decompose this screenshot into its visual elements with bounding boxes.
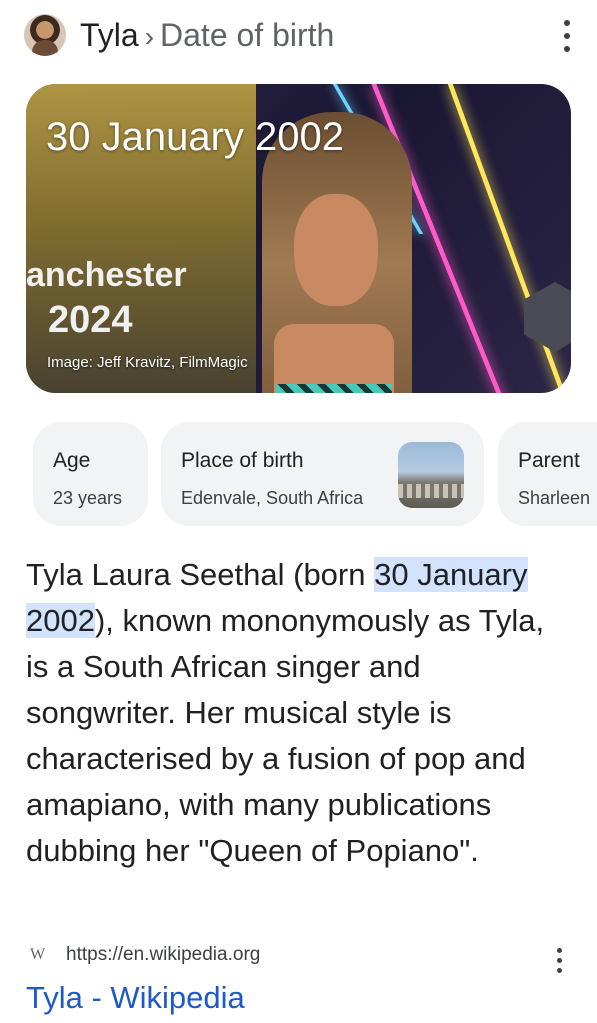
snippet-text-before: Tyla Laura Seethal (born (26, 557, 375, 592)
person-dress (276, 384, 392, 393)
result-snippet: Tyla Laura Seethal (born 30 January 2002… (26, 552, 574, 874)
chip-label: Age (53, 449, 91, 472)
background-text-year: 2024 (48, 299, 133, 341)
source-more-options-icon[interactable] (552, 946, 568, 976)
result-title-link[interactable]: Tyla - Wikipedia (26, 980, 245, 1016)
person-body (274, 324, 394, 393)
source-url[interactable]: https://en.wikipedia.org (66, 944, 260, 966)
entity-avatar[interactable] (24, 14, 66, 56)
background-text-city: anchester (26, 256, 187, 294)
hexagon-shape (524, 282, 571, 352)
more-options-icon[interactable] (556, 18, 578, 54)
attribute-chips: Age 23 years Place of birth Edenvale, So… (0, 418, 597, 528)
chip-value: Sharleen (518, 488, 591, 508)
breadcrumb-entity[interactable]: Tyla (80, 17, 139, 53)
chip-place-of-birth[interactable]: Place of birth Edenvale, South Africa (161, 422, 484, 526)
results-header: Tyla › Date of birth (0, 0, 597, 72)
hero-image-card[interactable]: anchester 2024 30 January 2002 Image: Je… (26, 84, 571, 393)
chip-parent[interactable]: Parent Sharleen (498, 422, 597, 526)
snippet-text-after: ), known mononymously as Tyla, is a Sout… (26, 603, 545, 868)
wikipedia-icon: W (30, 946, 46, 963)
chip-value: 23 years (53, 488, 123, 508)
chip-age[interactable]: Age 23 years (33, 422, 148, 526)
place-thumbnail (398, 442, 464, 508)
chip-label: Parent (518, 449, 580, 472)
breadcrumb: Tyla › Date of birth (80, 15, 334, 57)
chip-label: Place of birth (181, 449, 304, 472)
breadcrumb-separator: › (144, 21, 155, 52)
image-credit: Image: Jeff Kravitz, FilmMagic (47, 354, 248, 371)
chip-value: Edenvale, South Africa (181, 488, 364, 508)
person-face (294, 194, 378, 306)
breadcrumb-attribute: Date of birth (160, 17, 335, 53)
hero-title: 30 January 2002 (46, 115, 345, 159)
